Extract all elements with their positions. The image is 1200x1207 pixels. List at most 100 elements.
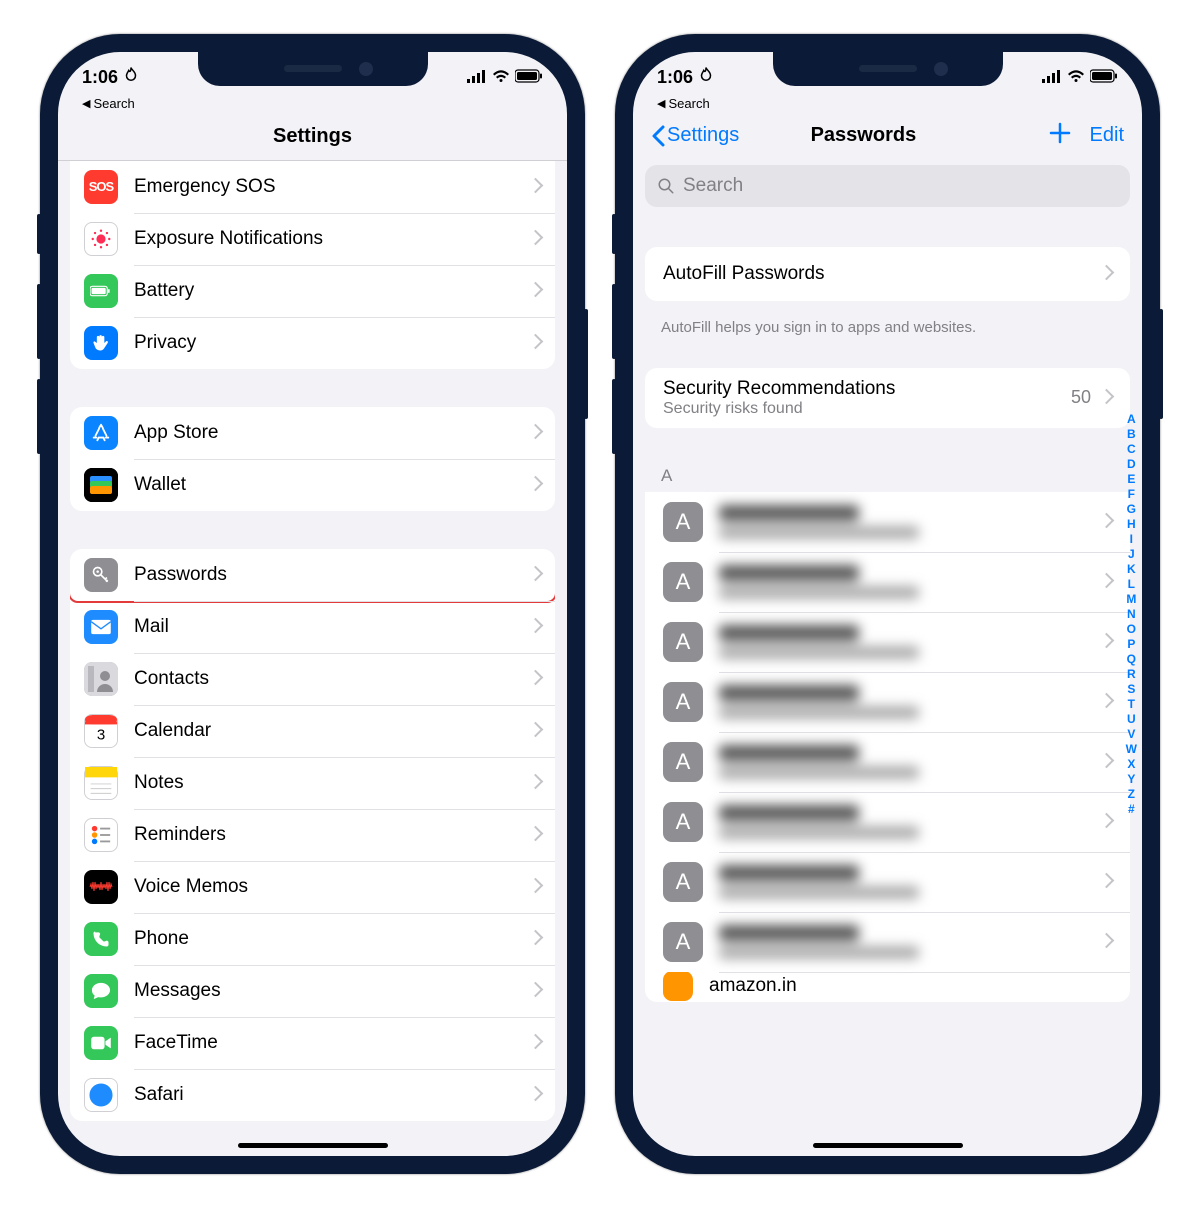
index-letter[interactable]: Y bbox=[1127, 772, 1135, 787]
index-letter[interactable]: C bbox=[1127, 442, 1136, 457]
contacts-icon bbox=[84, 662, 118, 696]
index-letter[interactable]: J bbox=[1128, 547, 1135, 562]
search-input[interactable]: Search bbox=[645, 165, 1130, 207]
edit-button[interactable]: Edit bbox=[1090, 124, 1124, 147]
settings-row-facetime[interactable]: FaceTime bbox=[70, 1017, 555, 1069]
index-letter[interactable]: E bbox=[1127, 472, 1135, 487]
row-label: Mail bbox=[134, 616, 530, 638]
section-header-a: A bbox=[633, 438, 1142, 492]
settings-row-safari[interactable]: Safari bbox=[70, 1069, 555, 1121]
back-to-search[interactable]: ◀ Search bbox=[633, 96, 1142, 115]
screen-right: 1:06 ◀ Search Settings Passwords bbox=[633, 52, 1142, 1156]
index-letter[interactable]: N bbox=[1127, 607, 1136, 622]
index-letter[interactable]: M bbox=[1126, 592, 1136, 607]
index-letter[interactable]: R bbox=[1127, 667, 1136, 682]
settings-row-reminders[interactable]: Reminders bbox=[70, 809, 555, 861]
search-placeholder: Search bbox=[683, 175, 743, 197]
index-letter[interactable]: I bbox=[1130, 532, 1133, 547]
settings-row-privacy[interactable]: Privacy bbox=[70, 317, 555, 369]
settings-group: SOSEmergency SOS Exposure Notifications Ba… bbox=[70, 161, 555, 369]
settings-row-app-store[interactable]: App Store bbox=[70, 407, 555, 459]
index-letter[interactable]: K bbox=[1127, 562, 1136, 577]
settings-row-battery[interactable]: Battery bbox=[70, 265, 555, 317]
chevron-right-icon bbox=[530, 1034, 541, 1052]
alpha-index[interactable]: ABCDEFGHIJKLMNOPQRSTUVWXYZ# bbox=[1126, 412, 1137, 817]
index-letter[interactable]: B bbox=[1127, 427, 1136, 442]
password-entry[interactable]: amazon.in bbox=[645, 972, 1130, 1002]
settings-row-notes[interactable]: Notes bbox=[70, 757, 555, 809]
settings-row-contacts[interactable]: Contacts bbox=[70, 653, 555, 705]
index-letter[interactable]: P bbox=[1127, 637, 1135, 652]
settings-row-voice-memos[interactable]: Voice Memos bbox=[70, 861, 555, 913]
password-entry[interactable]: A bbox=[645, 732, 1130, 792]
phone-icon bbox=[84, 922, 118, 956]
index-letter[interactable]: Q bbox=[1127, 652, 1136, 667]
home-indicator[interactable] bbox=[238, 1143, 388, 1148]
password-entry[interactable]: A bbox=[645, 912, 1130, 972]
search-icon bbox=[657, 177, 675, 195]
autofill-label: AutoFill Passwords bbox=[663, 263, 1101, 285]
index-letter[interactable]: F bbox=[1128, 487, 1135, 502]
index-letter[interactable]: # bbox=[1128, 802, 1135, 817]
row-label: Exposure Notifications bbox=[134, 228, 530, 250]
settings-row-emergency-sos[interactable]: SOSEmergency SOS bbox=[70, 161, 555, 213]
password-entry[interactable]: A bbox=[645, 492, 1130, 552]
index-letter[interactable]: X bbox=[1127, 757, 1135, 772]
add-button[interactable] bbox=[1048, 121, 1072, 151]
reminders-icon bbox=[84, 818, 118, 852]
index-letter[interactable]: T bbox=[1128, 697, 1135, 712]
index-letter[interactable]: W bbox=[1126, 742, 1137, 757]
site-avatar: A bbox=[663, 802, 703, 842]
settings-list[interactable]: SOSEmergency SOS Exposure Notifications Ba… bbox=[58, 161, 567, 1131]
entry-text-blurred bbox=[719, 505, 1101, 539]
entry-title: amazon.in bbox=[709, 975, 1112, 997]
settings-row-wallet[interactable]: Wallet bbox=[70, 459, 555, 511]
page-title: Passwords bbox=[679, 124, 1047, 147]
settings-row-phone[interactable]: Phone bbox=[70, 913, 555, 965]
settings-row-calendar[interactable]: 3Calendar bbox=[70, 705, 555, 757]
index-letter[interactable]: G bbox=[1127, 502, 1136, 517]
back-to-search[interactable]: ◀ Search bbox=[58, 96, 567, 115]
autofill-passwords-row[interactable]: AutoFill Passwords bbox=[645, 247, 1130, 301]
settings-row-exposure-notifications[interactable]: Exposure Notifications bbox=[70, 213, 555, 265]
chevron-right-icon bbox=[1101, 265, 1112, 283]
site-avatar: A bbox=[663, 682, 703, 722]
home-indicator[interactable] bbox=[813, 1143, 963, 1148]
row-label: Battery bbox=[134, 280, 530, 302]
index-letter[interactable]: A bbox=[1127, 412, 1136, 427]
index-letter[interactable]: S bbox=[1127, 682, 1135, 697]
row-label: Contacts bbox=[134, 668, 530, 690]
security-group: Security Recommendations Security risks … bbox=[645, 368, 1130, 428]
calendar-icon: 3 bbox=[84, 714, 118, 748]
phone-frame-left: 1:06 ◀ Search Settings SOSEmergency SOSE… bbox=[40, 34, 585, 1174]
password-entry[interactable]: A bbox=[645, 612, 1130, 672]
password-entry[interactable]: A bbox=[645, 852, 1130, 912]
entry-text-blurred bbox=[719, 805, 1101, 839]
site-avatar: A bbox=[663, 562, 703, 602]
entry-text-blurred bbox=[719, 685, 1101, 719]
mail-icon bbox=[84, 610, 118, 644]
settings-row-mail[interactable]: Mail bbox=[70, 601, 555, 653]
index-letter[interactable]: O bbox=[1127, 622, 1136, 637]
passwords-list[interactable]: AAAAAAAAamazon.in bbox=[645, 492, 1130, 1002]
password-entry[interactable]: A bbox=[645, 792, 1130, 852]
index-letter[interactable]: H bbox=[1127, 517, 1136, 532]
settings-row-passwords[interactable]: Passwords bbox=[70, 549, 555, 601]
triangle-back-icon: ◀ bbox=[82, 97, 94, 110]
phone-frame-right: 1:06 ◀ Search Settings Passwords bbox=[615, 34, 1160, 1174]
password-entry[interactable]: A bbox=[645, 672, 1130, 732]
entry-text-blurred bbox=[719, 625, 1101, 659]
index-letter[interactable]: V bbox=[1127, 727, 1135, 742]
chevron-right-icon bbox=[530, 878, 541, 896]
site-avatar: A bbox=[663, 502, 703, 542]
password-entry[interactable]: A bbox=[645, 552, 1130, 612]
row-label: Messages bbox=[134, 980, 530, 1002]
settings-row-messages[interactable]: Messages bbox=[70, 965, 555, 1017]
index-letter[interactable]: Z bbox=[1128, 787, 1135, 802]
security-recommendations-row[interactable]: Security Recommendations Security risks … bbox=[645, 368, 1130, 428]
site-avatar bbox=[663, 972, 693, 1001]
index-letter[interactable]: D bbox=[1127, 457, 1136, 472]
index-letter[interactable]: U bbox=[1127, 712, 1136, 727]
notes-icon bbox=[84, 766, 118, 800]
index-letter[interactable]: L bbox=[1128, 577, 1135, 592]
